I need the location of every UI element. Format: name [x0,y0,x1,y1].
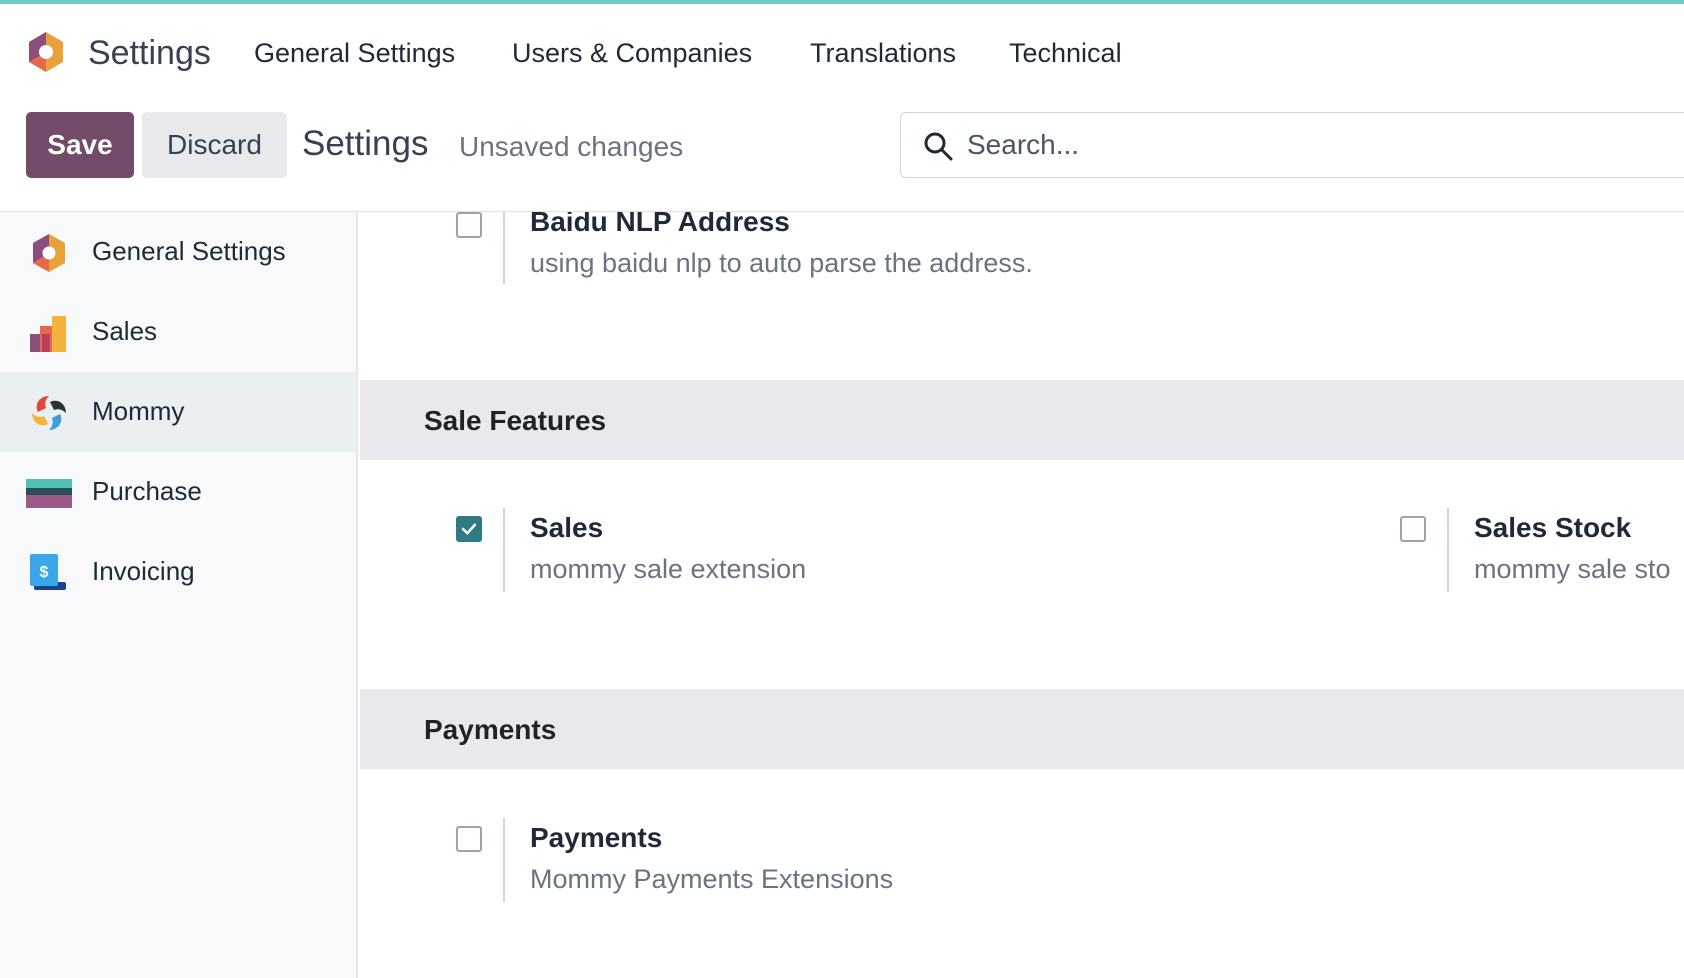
discard-button[interactable]: Discard [142,112,287,178]
breadcrumb-title: Settings [302,124,429,163]
nav-translations[interactable]: Translations [810,38,956,69]
payments-checkbox[interactable] [456,826,482,852]
setting-title: Sales [530,512,604,543]
sidebar-item-label: Purchase [92,476,202,506]
setting-title: Baidu NLP Address [530,212,790,237]
setting-divider [503,212,505,284]
section-title: Sale Features [424,405,607,436]
setting-divider [1447,508,1449,592]
setting-description: Mommy Payments Extensions [530,864,894,894]
settings-sidebar: General Settings Sales Mommy Purchase $ … [0,212,358,978]
sidebar-item-mommy[interactable]: Mommy [0,372,356,452]
svg-text:$: $ [40,564,49,581]
settings-content: Baidu NLP Address using baidu nlp to aut… [360,212,1684,978]
sidebar-item-general-settings[interactable]: General Settings [0,212,356,292]
sales-stock-checkbox[interactable] [1400,516,1426,542]
sidebar-item-label: Invoicing [92,556,195,586]
setting-title: Payments [530,822,663,853]
sidebar-item-label: Sales [92,316,158,346]
purchase-app-icon [26,479,72,508]
nav-general-settings[interactable]: General Settings [254,38,455,69]
sidebar-item-sales[interactable]: Sales [0,292,356,372]
section-title: Payments [424,714,557,745]
baidu-nlp-checkbox[interactable] [456,212,482,238]
setting-description: mommy sale extension [530,554,807,584]
settings-app-icon [33,234,65,272]
section-header-payments: Payments [360,689,1684,769]
search-icon [924,132,953,161]
settings-app-logo-icon[interactable] [24,30,68,74]
sidebar-item-label: Mommy [92,396,185,426]
setting-description: using baidu nlp to auto parse the addres… [530,248,1033,278]
sidebar-item-label: General Settings [92,236,286,266]
mommy-app-icon [32,396,66,430]
search-box[interactable] [900,112,1684,178]
sales-app-icon [30,316,66,352]
main-navbar: Settings General Settings Users & Compan… [0,4,1684,96]
control-panel: Save Discard Settings Unsaved changes [0,96,1684,212]
section-header-sale-features: Sale Features [360,380,1684,460]
save-button[interactable]: Save [26,112,134,178]
setting-description: mommy sale sto [1474,554,1671,584]
sales-checkbox[interactable] [456,516,482,542]
sidebar-item-invoicing[interactable]: $ Invoicing [0,532,356,612]
setting-divider [503,508,505,592]
setting-divider [503,818,505,902]
nav-technical[interactable]: Technical [1009,38,1122,69]
search-input[interactable] [967,125,1567,165]
checkmark-icon [461,523,477,535]
setting-title: Sales Stock [1474,512,1632,543]
app-name[interactable]: Settings [88,34,211,73]
sidebar-item-purchase[interactable]: Purchase [0,452,356,532]
invoicing-app-icon: $ [30,554,66,590]
nav-users-companies[interactable]: Users & Companies [512,38,752,69]
unsaved-changes-status: Unsaved changes [459,131,684,162]
